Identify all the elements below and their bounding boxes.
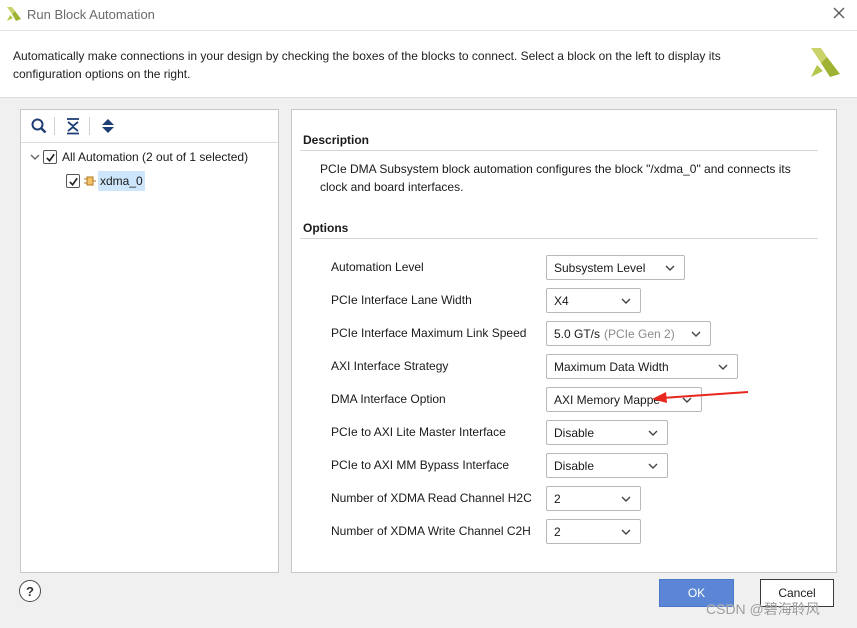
chevron-down-icon	[648, 430, 658, 436]
option-label: PCIe to AXI MM Bypass Interface	[331, 458, 510, 472]
option-label: Automation Level	[331, 260, 424, 274]
xilinx-logo-icon	[7, 7, 21, 21]
toolbar-separator	[54, 117, 55, 135]
chevron-down-icon	[621, 529, 631, 535]
root-checkbox[interactable]	[43, 150, 57, 164]
dialog-header: Automatically make connections in your d…	[0, 31, 857, 98]
chevron-down-icon	[621, 496, 631, 502]
window-title: Run Block Automation	[27, 7, 155, 22]
select-value: X4	[554, 293, 569, 308]
collapse-all-icon[interactable]	[64, 117, 82, 135]
section-divider	[300, 238, 818, 239]
axi-lite-master-select[interactable]: Disable	[546, 420, 668, 445]
chevron-down-icon	[665, 265, 675, 271]
tree-child-row[interactable]: xdma_0	[66, 171, 145, 191]
tree-toolbar	[21, 110, 278, 143]
chevron-down-icon	[691, 331, 701, 337]
chevron-down-icon	[682, 397, 692, 403]
tree-root-row[interactable]: All Automation (2 out of 1 selected)	[29, 147, 248, 167]
chevron-down-icon	[621, 298, 631, 304]
xilinx-logo-icon	[811, 48, 840, 77]
option-label: PCIe to AXI Lite Master Interface	[331, 425, 506, 439]
chevron-down-icon	[718, 364, 728, 370]
section-divider	[300, 150, 818, 151]
select-value: Maximum Data Width	[554, 359, 669, 374]
axi-strategy-select[interactable]: Maximum Data Width	[546, 354, 738, 379]
dialog-description: Automatically make connections in your d…	[13, 49, 721, 81]
option-label: Number of XDMA Read Channel H2C	[331, 491, 532, 505]
select-value: 2	[554, 491, 561, 506]
select-value: Disable	[554, 458, 595, 473]
option-label: AXI Interface Strategy	[331, 359, 449, 373]
checkmark-icon	[68, 177, 78, 186]
checkmark-icon	[45, 153, 55, 162]
lane-width-select[interactable]: X4	[546, 288, 641, 313]
options-heading: Options	[303, 221, 349, 235]
select-value: 5.0 GT/s	[554, 326, 601, 341]
tree-child-label: xdma_0	[98, 171, 145, 191]
ip-block-icon	[84, 176, 96, 186]
select-value: Subsystem Level	[554, 260, 646, 275]
link-speed-select[interactable]: 5.0 GT/s (PCIe Gen 2)	[546, 321, 711, 346]
description-heading: Description	[303, 133, 370, 147]
xdma-checkbox[interactable]	[66, 174, 80, 188]
option-label: Number of XDMA Write Channel C2H	[331, 524, 531, 538]
description-body: PCIe DMA Subsystem block automation conf…	[320, 162, 791, 194]
configuration-panel: Description PCIe DMA Subsystem block aut…	[291, 109, 837, 573]
expand-all-icon[interactable]	[99, 117, 117, 135]
help-button[interactable]: ?	[19, 580, 41, 602]
chevron-down-icon[interactable]	[29, 151, 41, 163]
option-label: DMA Interface Option	[331, 392, 446, 406]
select-hint: (PCIe Gen 2)	[604, 326, 675, 341]
option-label: PCIe Interface Maximum Link Speed	[331, 326, 527, 340]
watermark: CSDN @碧海聆风	[706, 601, 820, 617]
search-icon[interactable]	[30, 117, 48, 135]
title-bar: Run Block Automation	[0, 0, 857, 31]
select-value: Disable	[554, 425, 595, 440]
axi-mm-bypass-select[interactable]: Disable	[546, 453, 668, 478]
chevron-down-icon	[648, 463, 658, 469]
automation-level-select[interactable]: Subsystem Level	[546, 255, 685, 280]
select-value: 2	[554, 524, 561, 539]
read-channel-select[interactable]: 2	[546, 486, 641, 511]
tree-root-label: All Automation (2 out of 1 selected)	[62, 150, 249, 164]
write-channel-select[interactable]: 2	[546, 519, 641, 544]
automation-tree-panel: All Automation (2 out of 1 selected) xdm…	[20, 109, 279, 573]
toolbar-separator	[89, 117, 90, 135]
close-icon[interactable]	[830, 4, 848, 22]
select-value: AXI Memory Mappe	[554, 392, 661, 407]
option-label: PCIe Interface Lane Width	[331, 293, 472, 307]
dma-interface-select[interactable]: AXI Memory Mappe	[546, 387, 702, 412]
